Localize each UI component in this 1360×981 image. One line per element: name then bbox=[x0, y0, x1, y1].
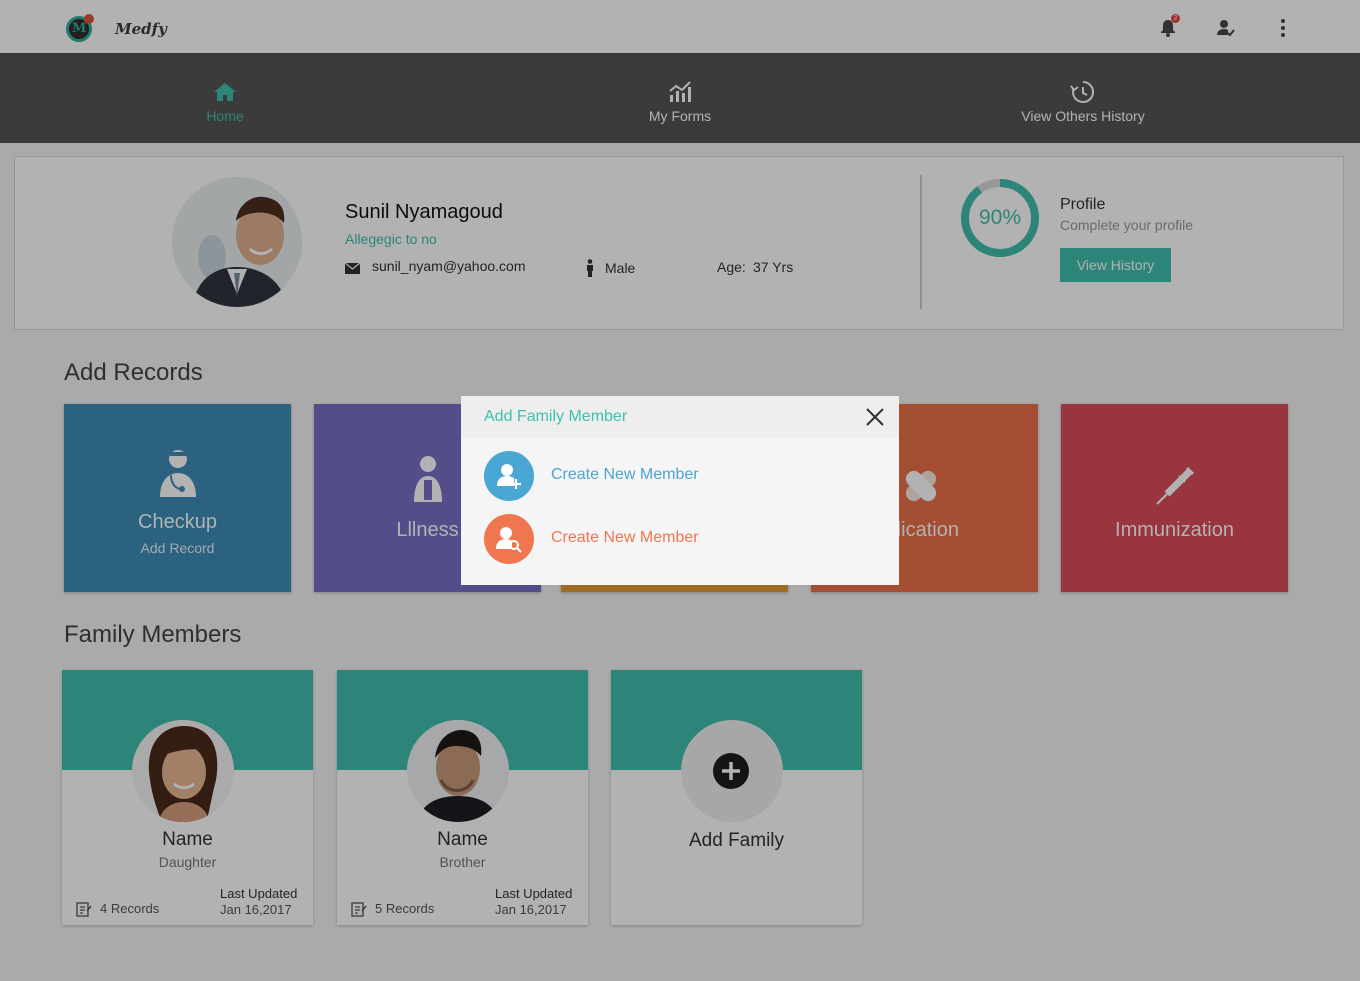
close-icon[interactable] bbox=[864, 406, 886, 428]
modal-header: Add Family Member bbox=[461, 396, 899, 438]
search-user-icon bbox=[484, 514, 534, 564]
find-member-label: Create New Member bbox=[551, 529, 699, 546]
create-new-member-label: Create New Member bbox=[551, 466, 699, 483]
modal-title: Add Family Member bbox=[484, 408, 628, 425]
find-member-option[interactable]: Create New Member bbox=[484, 514, 884, 564]
create-new-member-option[interactable]: Create New Member bbox=[484, 451, 884, 501]
add-family-member-modal: Add Family Member Create New Member Crea… bbox=[461, 396, 899, 585]
add-user-icon bbox=[484, 451, 534, 501]
